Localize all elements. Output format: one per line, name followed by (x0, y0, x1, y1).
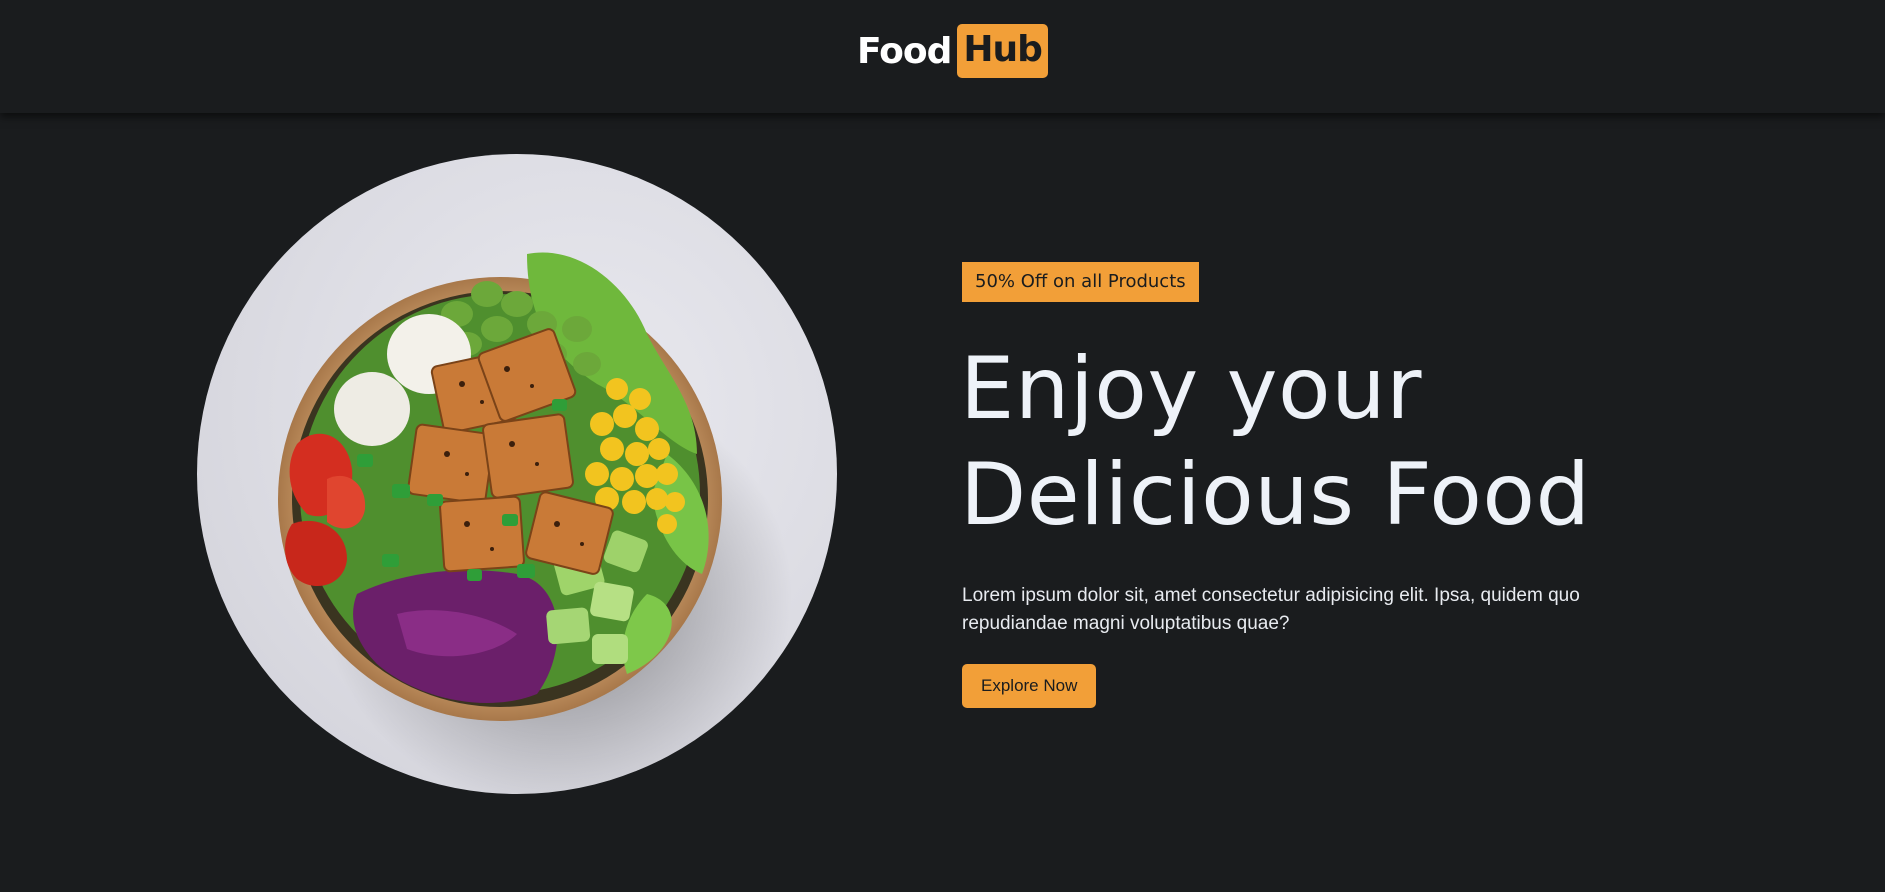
discount-badge: 50% Off on all Products (962, 262, 1199, 302)
hero-description: Lorem ipsum dolor sit, amet consectetur … (962, 585, 1580, 634)
hero-content: 50% Off on all Products Enjoy your Delic… (960, 262, 1662, 708)
hero-title: Enjoy your Delicious Food (960, 336, 1662, 548)
logo[interactable]: Food Hub (857, 24, 1048, 78)
salad-bowl-illustration (278, 252, 792, 794)
logo-text-hub: Hub (957, 24, 1048, 78)
logo-text-food: Food (857, 30, 952, 72)
hero-title-line1: Enjoy your (960, 339, 1422, 439)
hero-section: 50% Off on all Products Enjoy your Delic… (0, 113, 1885, 892)
hero-food-image (197, 154, 837, 794)
hero-title-line2: Delicious Food (960, 445, 1591, 545)
site-header: Food Hub (0, 0, 1885, 113)
explore-now-button[interactable]: Explore Now (962, 664, 1097, 708)
